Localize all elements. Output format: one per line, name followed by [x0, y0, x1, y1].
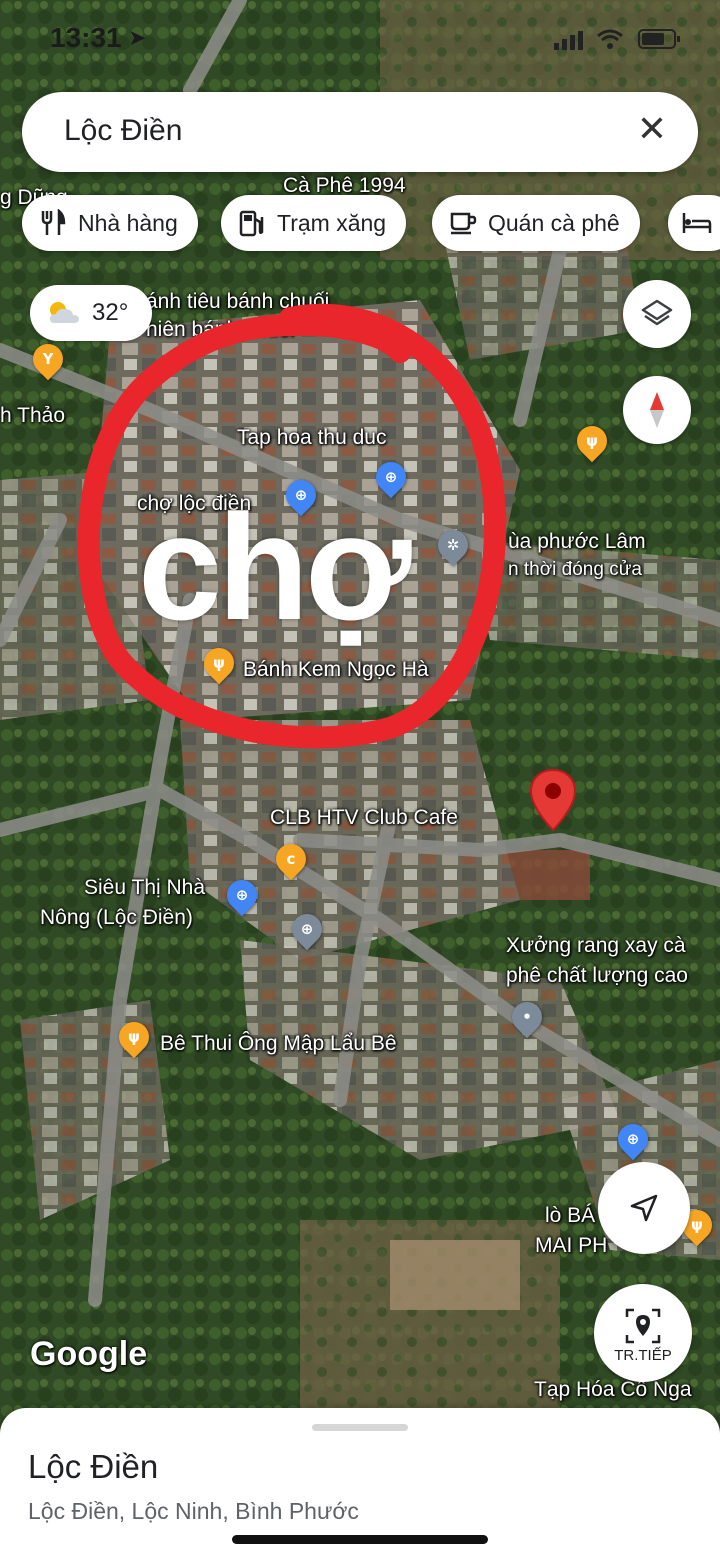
layers-icon [640, 297, 674, 331]
live-view-button[interactable]: TR.TIẾP [594, 1284, 692, 1382]
status-bar: 13:31 ➤ [0, 22, 720, 58]
chip-label: Trạm xăng [277, 209, 387, 236]
partly-cloudy-icon [44, 299, 84, 327]
chip-label: Nhà hàng [78, 209, 178, 236]
live-view-label: TR.TIẾP [614, 1346, 672, 1364]
chip-gas-stations[interactable]: Trạm xăng [221, 195, 407, 251]
chip-restaurants[interactable]: Nhà hàng [22, 195, 198, 251]
compass-icon [646, 390, 668, 430]
temperature: 32° [92, 299, 129, 326]
drag-handle[interactable] [312, 1424, 408, 1431]
place-address: Lộc Điền, Lộc Ninh, Bình Phước [28, 1498, 359, 1524]
signal-icon [554, 30, 584, 55]
place-title: Lộc Điền [28, 1448, 159, 1485]
search-bar[interactable]: Lộc Điền ✕ [22, 92, 698, 172]
live-view-icon [624, 1307, 662, 1345]
gas-station-icon [237, 208, 267, 238]
my-location-button[interactable] [598, 1162, 690, 1254]
chip-label: Quán cà phê [488, 209, 620, 236]
chip-hotels[interactable] [668, 195, 720, 251]
weather-chip[interactable]: 32° [30, 285, 152, 341]
search-input[interactable]: Lộc Điền [64, 114, 182, 148]
chip-coffee[interactable]: Quán cà phê [432, 195, 640, 251]
wifi-icon [596, 28, 624, 55]
clock: 13:31 [50, 22, 122, 53]
google-logo: Google [30, 1335, 148, 1373]
home-indicator[interactable] [232, 1535, 488, 1544]
bed-icon [682, 208, 712, 238]
annotation-text: chợ [138, 483, 412, 651]
restaurant-icon [38, 208, 68, 238]
close-icon[interactable]: ✕ [632, 110, 672, 150]
battery-icon [638, 28, 682, 55]
coffee-icon [448, 208, 478, 238]
compass-button[interactable] [623, 376, 691, 444]
navigation-arrow-icon [628, 1192, 660, 1224]
location-arrow-icon: ➤ [128, 26, 147, 51]
layers-button[interactable] [623, 280, 691, 348]
